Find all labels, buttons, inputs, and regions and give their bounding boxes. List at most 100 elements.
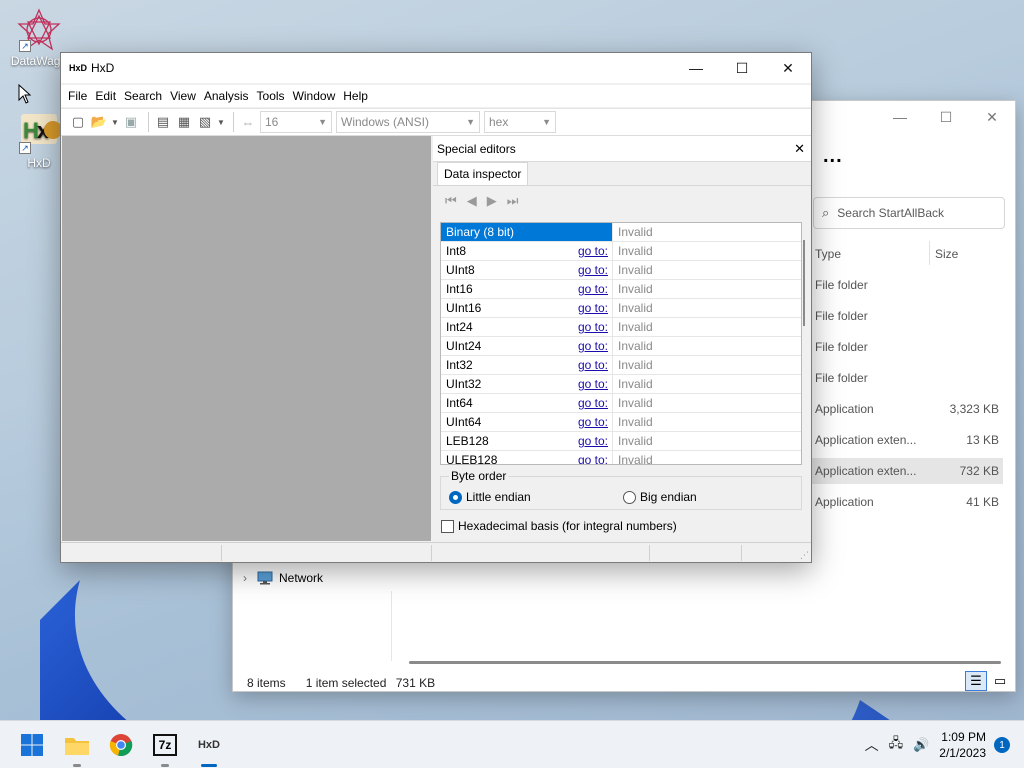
inspector-value[interactable]: Invalid	[613, 394, 653, 412]
little-endian-radio[interactable]: Little endian	[449, 490, 531, 504]
last-icon[interactable]: ⏭	[507, 193, 519, 209]
menu-file[interactable]: File	[68, 89, 87, 103]
inspector-type-cell[interactable]: Int32 go to:	[441, 356, 613, 374]
column-separator[interactable]	[929, 241, 930, 265]
inspector-row[interactable]: UInt16 go to: Invalid	[441, 299, 801, 318]
goto-link[interactable]: go to:	[578, 358, 608, 372]
inspector-row[interactable]: ULEB128 go to: Invalid	[441, 451, 801, 464]
menu-tools[interactable]: Tools	[257, 89, 285, 103]
open-ram-icon[interactable]: ▦	[175, 113, 193, 131]
charset-select[interactable]: Windows (ANSI) ▼	[336, 111, 480, 133]
inspector-value[interactable]: Invalid	[613, 451, 653, 464]
inspector-value[interactable]: Invalid	[613, 299, 653, 317]
clock[interactable]: 1:09 PM 2/1/2023	[939, 729, 986, 761]
taskbar-7zip[interactable]: 7z	[149, 729, 181, 767]
inspector-value[interactable]: Invalid	[613, 375, 653, 393]
inspector-type-cell[interactable]: Int24 go to:	[441, 318, 613, 336]
checkbox-indicator[interactable]	[441, 519, 454, 533]
inspector-value[interactable]: Invalid	[613, 432, 653, 450]
goto-link[interactable]: go to:	[578, 396, 608, 410]
inspector-value[interactable]: Invalid	[613, 318, 653, 336]
new-file-icon[interactable]: ▢	[69, 113, 87, 131]
previous-icon[interactable]: ◀	[467, 193, 477, 209]
goto-link[interactable]: go to:	[578, 415, 608, 429]
next-icon[interactable]: ▶	[487, 193, 497, 209]
menu-search[interactable]: Search	[124, 89, 162, 103]
minimize-button[interactable]: —	[673, 53, 719, 83]
inspector-type-cell[interactable]: ULEB128 go to:	[441, 451, 613, 464]
inspector-type-cell[interactable]: Binary (8 bit)	[441, 223, 613, 241]
goto-link[interactable]: go to:	[578, 339, 608, 353]
inspector-row[interactable]: Int16 go to: Invalid	[441, 280, 801, 299]
more-options-button[interactable]: ...	[823, 145, 843, 168]
inspector-value[interactable]: Invalid	[613, 337, 653, 355]
pane-divider[interactable]	[391, 591, 392, 661]
hxd-window[interactable]: HxD HxD — ☐ ✕ File Edit Search View Anal…	[60, 52, 812, 563]
inspector-type-cell[interactable]: UInt32 go to:	[441, 375, 613, 393]
inspector-row[interactable]: UInt8 go to: Invalid	[441, 261, 801, 280]
inspector-value[interactable]: Invalid	[613, 280, 653, 298]
file-row[interactable]: Application exten... 13 KB	[811, 427, 1003, 453]
maximize-button[interactable]: ☐	[719, 53, 765, 83]
menu-view[interactable]: View	[170, 89, 196, 103]
nav-item-network[interactable]: › Network	[243, 571, 323, 585]
file-row[interactable]: File folder	[811, 365, 1003, 391]
goto-link[interactable]: go to:	[578, 453, 608, 464]
file-row[interactable]: File folder	[811, 334, 1003, 360]
goto-link[interactable]: go to:	[578, 434, 608, 448]
menu-window[interactable]: Window	[293, 89, 336, 103]
horizontal-scrollbar[interactable]	[409, 661, 1001, 664]
details-view-icon[interactable]: ☰	[965, 671, 987, 691]
inspector-value[interactable]: Invalid	[613, 242, 653, 260]
goto-link[interactable]: go to:	[578, 320, 608, 334]
radio-indicator[interactable]	[449, 490, 462, 504]
hxd-title-bar[interactable]: HxD HxD — ☐ ✕	[61, 53, 811, 83]
big-endian-radio[interactable]: Big endian	[623, 490, 697, 504]
menu-help[interactable]: Help	[343, 89, 368, 103]
inspector-row[interactable]: Int64 go to: Invalid	[441, 394, 801, 413]
inspector-type-cell[interactable]: LEB128 go to:	[441, 432, 613, 450]
close-button[interactable]: ✕	[765, 53, 811, 83]
resize-grip-icon[interactable]: ⋰	[800, 550, 809, 561]
save-icon[interactable]: ▣	[122, 113, 140, 131]
inspector-type-cell[interactable]: Int16 go to:	[441, 280, 613, 298]
offset-base-select[interactable]: hex ▼	[484, 111, 556, 133]
tiles-view-icon[interactable]: ▭	[989, 671, 1011, 691]
inspector-type-cell[interactable]: Int64 go to:	[441, 394, 613, 412]
file-row[interactable]: Application exten... 732 KB	[811, 458, 1003, 484]
minimize-button[interactable]: —	[877, 101, 923, 133]
menu-analysis[interactable]: Analysis	[204, 89, 249, 103]
inspector-value[interactable]: Invalid	[613, 413, 653, 431]
vertical-scrollbar[interactable]	[803, 240, 805, 326]
inspector-type-cell[interactable]: UInt64 go to:	[441, 413, 613, 431]
inspector-type-cell[interactable]: Int8 go to:	[441, 242, 613, 260]
goto-link[interactable]: go to:	[578, 282, 608, 296]
taskbar-file-explorer[interactable]	[61, 729, 93, 767]
volume-icon[interactable]: 🔊	[913, 737, 929, 753]
inspector-row[interactable]: Int32 go to: Invalid	[441, 356, 801, 375]
inspector-row[interactable]: UInt64 go to: Invalid	[441, 413, 801, 432]
network-status-icon[interactable]: 🖧	[889, 734, 904, 756]
maximize-button[interactable]: ☐	[923, 101, 969, 133]
goto-link[interactable]: go to:	[578, 244, 608, 258]
inspector-type-cell[interactable]: UInt24 go to:	[441, 337, 613, 355]
inspector-type-cell[interactable]: UInt16 go to:	[441, 299, 613, 317]
inspector-type-cell[interactable]: UInt8 go to:	[441, 261, 613, 279]
goto-link[interactable]: go to:	[578, 377, 608, 391]
column-header-size[interactable]: Size	[935, 247, 958, 261]
open-dropdown-icon[interactable]: ▼	[111, 113, 119, 131]
file-row[interactable]: Application 3,323 KB	[811, 396, 1003, 422]
file-row[interactable]: Application 41 KB	[811, 489, 1003, 515]
goto-link[interactable]: go to:	[578, 263, 608, 277]
open-file-icon[interactable]: 📂	[90, 113, 108, 131]
search-input[interactable]: ⌕ Search StartAllBack	[813, 197, 1005, 229]
file-row[interactable]: File folder	[811, 303, 1003, 329]
close-button[interactable]: ✕	[969, 101, 1015, 133]
notification-badge[interactable]: 1	[994, 737, 1010, 753]
panel-close-icon[interactable]: ✕	[794, 141, 805, 157]
memory-dropdown-icon[interactable]: ▼	[217, 113, 225, 131]
file-row[interactable]: File folder	[811, 272, 1003, 298]
inspector-row[interactable]: Int8 go to: Invalid	[441, 242, 801, 261]
inspector-row[interactable]: UInt24 go to: Invalid	[441, 337, 801, 356]
menu-edit[interactable]: Edit	[95, 89, 116, 103]
